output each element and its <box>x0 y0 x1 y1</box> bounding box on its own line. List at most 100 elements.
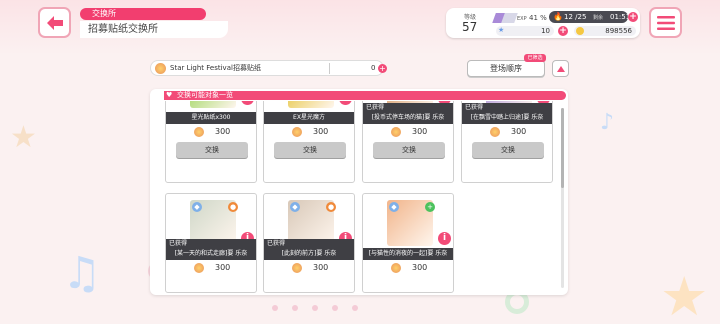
add-stamina-button[interactable]: + <box>628 12 638 22</box>
price-value: 300 <box>511 127 527 136</box>
exchange-item-card[interactable]: ● ◆ i 已获得 [某一天的和式走廊]要 乐奈 300 <box>165 193 257 293</box>
exchange-list-panel: ♥ 交换可能对象一览 i 星光贴纸x300 300 交换 i EX星光魔方 300 交换 i 已获… <box>150 89 568 295</box>
menu-button[interactable] <box>649 7 682 38</box>
item-thumbnail <box>288 101 334 108</box>
filter-active-badge: 已筛选 <box>524 54 546 62</box>
item-name: [投币式停车场的猫]要 乐奈 <box>363 112 453 124</box>
item-price: 300 <box>264 125 354 139</box>
add-ticket-button[interactable]: + <box>378 64 387 73</box>
ticket-icon <box>194 127 204 137</box>
exp-bar-fill <box>492 13 505 23</box>
item-name: EX星光魔方 <box>264 112 354 124</box>
exp-label: EXP <box>517 16 527 22</box>
exchange-button[interactable]: 交换 <box>274 142 346 158</box>
level-value: 57 <box>462 20 478 34</box>
price-value: 300 <box>412 127 428 136</box>
info-icon[interactable]: i <box>241 101 254 105</box>
price-value: 300 <box>215 127 231 136</box>
price-value: 300 <box>412 263 428 272</box>
price-value: 300 <box>313 263 329 272</box>
owned-label: 已获得 <box>264 239 354 248</box>
exchange-button[interactable]: 交换 <box>472 142 544 158</box>
ticket-balance-bar: Star Light Festival招募贴纸 0 + <box>150 60 387 76</box>
ticket-icon <box>391 127 401 137</box>
owned-label: 已获得 <box>462 103 552 112</box>
exchange-button[interactable]: 交换 <box>373 142 445 158</box>
gem-value: 10 <box>541 27 550 35</box>
coin-icon <box>576 27 584 35</box>
player-status-panel: 等级 57 EXP 41 % 🔥 12 /25 剩余 01:51 + ★ 10 … <box>446 8 640 38</box>
ticket-icon <box>292 127 302 137</box>
item-price: 300 <box>462 125 552 139</box>
coin-value: 898556 <box>605 27 632 35</box>
item-grid[interactable]: i星光贴纸x300300交换iEX星光魔方300交换i已获得[投币式停车场的猫]… <box>150 101 568 295</box>
list-icon: ♥ <box>166 91 173 99</box>
stamina-display: 🔥 12 /25 剩余 01:51 <box>549 11 630 23</box>
attribute-icon: + <box>425 202 435 212</box>
hamburger-menu-icon <box>656 15 675 30</box>
music-note-decoration-icon: ♪ <box>600 110 615 135</box>
exchange-item-card[interactable]: ● ◆ i 已获得 [此刻的前方]要 乐奈 300 <box>263 193 355 293</box>
sort-direction-button[interactable] <box>552 60 569 77</box>
exchange-item-card[interactable]: i已获得[投币式停车场的猫]要 乐奈300交换 <box>362 101 454 183</box>
back-button[interactable] <box>38 7 71 38</box>
star-decoration-icon: ★ <box>10 120 37 155</box>
page-category-tag: 交换所 <box>80 8 206 20</box>
price-value: 300 <box>215 263 231 272</box>
page-title: 招募贴纸交换所 <box>80 21 228 38</box>
exchange-item-card[interactable]: + ◆ i [与猫性的消夜的一起]要 乐奈 300 <box>362 193 454 293</box>
fire-icon: 🔥 <box>553 12 563 21</box>
band-icon: ◆ <box>290 202 300 212</box>
item-name: [与猫性的消夜的一起]要 乐奈 <box>363 248 453 260</box>
item-price: 300 <box>166 261 256 275</box>
item-price: 300 <box>363 261 453 275</box>
scrollbar-thumb[interactable] <box>561 108 564 188</box>
panel-title-bar: ♥ 交换可能对象一览 <box>164 91 566 100</box>
ticket-icon <box>391 263 401 273</box>
exp-percent: 41 % <box>529 14 547 22</box>
item-price: 300 <box>363 125 453 139</box>
owned-label: 已获得 <box>363 103 453 112</box>
item-name: 星光贴纸x300 <box>166 112 256 124</box>
item-name: [某一天的和式走廊]要 乐奈 <box>166 248 256 260</box>
item-thumbnail <box>190 101 236 108</box>
info-icon[interactable]: i <box>339 101 352 105</box>
dot-decoration <box>312 305 318 311</box>
item-name: [在飘雪中踏上归途]要 乐奈 <box>462 112 552 124</box>
dot-decoration <box>272 305 278 311</box>
exchange-item-card[interactable]: i EX星光魔方 300 交换 <box>263 101 355 183</box>
music-note-decoration-icon: ♫ <box>62 248 102 299</box>
divider <box>329 63 330 74</box>
price-value: 300 <box>313 127 329 136</box>
info-icon[interactable]: i <box>438 232 451 245</box>
ticket-icon <box>194 263 204 273</box>
add-gem-button[interactable]: + <box>558 26 568 36</box>
dot-decoration <box>332 305 338 311</box>
gem-display: ★ 10 <box>496 26 554 36</box>
chevron-up-icon <box>556 65 565 72</box>
attribute-icon: ● <box>228 202 238 212</box>
ticket-icon <box>490 127 500 137</box>
dot-decoration <box>292 305 298 311</box>
exchange-item-card[interactable]: i 星光贴纸x300 300 交换 <box>165 101 257 183</box>
ticket-count: 0 <box>371 64 376 72</box>
sort-order-button[interactable]: 登场顺序 <box>467 60 545 77</box>
band-icon: ◆ <box>389 202 399 212</box>
coin-display: 898556 <box>574 26 636 36</box>
item-price: 300 <box>166 125 256 139</box>
back-arrow-icon <box>46 15 63 30</box>
ticket-name: Star Light Festival招募贴纸 <box>170 64 261 72</box>
panel-title: 交换可能对象一览 <box>177 91 233 99</box>
star-gem-icon: ★ <box>498 26 505 34</box>
ticket-icon <box>155 63 166 74</box>
band-icon: ◆ <box>192 202 202 212</box>
item-price: 300 <box>264 261 354 275</box>
exchange-item-card[interactable]: i已获得[在飘雪中踏上归途]要 乐奈300交换 <box>461 101 553 183</box>
attribute-icon: ● <box>326 202 336 212</box>
dot-decoration <box>352 305 358 311</box>
stamina-label: 剩余 <box>593 15 604 21</box>
exchange-button[interactable]: 交换 <box>176 142 248 158</box>
ticket-icon <box>292 263 302 273</box>
star-decoration-icon: ★ <box>660 265 709 324</box>
exp-bar <box>492 13 518 23</box>
